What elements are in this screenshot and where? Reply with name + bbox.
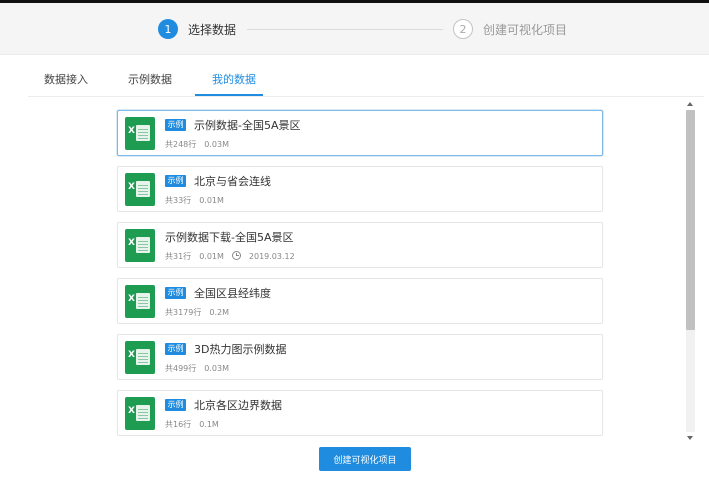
item-meta: 共33行 0.01M — [165, 195, 232, 206]
item-size: 0.01M — [199, 252, 224, 261]
item-size: 0.01M — [199, 196, 224, 205]
item-meta: 共499行 0.03M — [165, 363, 237, 374]
item-title: 示例数据-全国5A景区 — [194, 119, 301, 132]
item-title: 北京与省会连线 — [194, 175, 271, 188]
excel-file-icon: X — [125, 117, 155, 150]
step-select-data: 1 选择数据 — [158, 19, 236, 39]
step-1-label: 选择数据 — [188, 22, 237, 37]
item-title: 3D热力图示例数据 — [194, 343, 287, 356]
item-title: 北京各区边界数据 — [194, 399, 282, 412]
sample-badge: 示例 — [165, 175, 186, 187]
scroll-up-arrow[interactable] — [687, 102, 693, 106]
item-rows: 共3179行 — [165, 308, 202, 317]
step-2-label: 创建可视化项目 — [483, 22, 568, 37]
sample-badge: 示例 — [165, 287, 186, 299]
scrollbar[interactable] — [685, 100, 696, 442]
item-size: 0.2M — [209, 308, 229, 317]
item-rows: 共33行 — [165, 196, 192, 205]
excel-file-icon: X — [125, 341, 155, 374]
sample-badge: 示例 — [165, 119, 186, 131]
create-project-button[interactable]: 创建可视化项目 — [319, 447, 411, 471]
step-1-number: 1 — [158, 19, 178, 39]
excel-file-icon: X — [125, 285, 155, 318]
tab-bar: 数据接入 示例数据 我的数据 — [28, 60, 704, 97]
item-rows: 共16行 — [165, 420, 192, 429]
data-list-item[interactable]: X 示例 示例数据-全国5A景区共248行 0.03M — [117, 110, 603, 156]
data-list-item[interactable]: X 示例数据下载-全国5A景区共31行 0.01M 2019.03.12 — [117, 222, 603, 268]
sample-badge: 示例 — [165, 399, 186, 411]
data-list-item[interactable]: X 示例 北京与省会连线 共33行 0.01M — [117, 166, 603, 212]
item-size: 0.03M — [204, 140, 229, 149]
item-meta: 共248行 0.03M — [165, 139, 237, 150]
item-rows: 共31行 — [165, 252, 192, 261]
stepper: 1 选择数据 2 创建可视化项目 — [0, 3, 709, 55]
item-meta: 共16行 0.1M — [165, 419, 227, 430]
excel-file-icon: X — [125, 173, 155, 206]
item-size: 0.1M — [199, 420, 219, 429]
data-list-item[interactable]: X 示例 全国区县经纬度共3179行 0.2M — [117, 278, 603, 324]
item-size: 0.03M — [204, 364, 229, 373]
tab-data-access[interactable]: 数据接入 — [44, 71, 88, 87]
item-meta: 共31行 0.01M 2019.03.12 — [165, 251, 303, 262]
item-rows: 共499行 — [165, 364, 197, 373]
sample-badge: 示例 — [165, 343, 186, 355]
item-rows: 共248行 — [165, 140, 197, 149]
clock-icon — [231, 251, 241, 260]
item-date: 2019.03.12 — [248, 252, 295, 261]
scroll-thumb[interactable] — [686, 110, 695, 330]
step-connector — [247, 29, 443, 30]
excel-file-icon: X — [125, 229, 155, 262]
excel-file-icon: X — [125, 397, 155, 430]
scroll-down-arrow[interactable] — [687, 436, 693, 440]
data-list-item[interactable]: X 示例 3D热力图示例数据共499行 0.03M — [117, 334, 603, 380]
step-2-number: 2 — [453, 19, 473, 39]
step-create-project: 2 创建可视化项目 — [453, 19, 567, 39]
data-list-item[interactable]: X 示例 北京各区边界数据 共16行 0.1M — [117, 390, 603, 436]
item-meta: 共3179行 0.2M — [165, 307, 237, 318]
tab-my-data[interactable]: 我的数据 — [212, 71, 256, 87]
item-title: 示例数据下载-全国5A景区 — [165, 231, 294, 244]
tab-sample-data[interactable]: 示例数据 — [128, 71, 172, 87]
active-tab-underline — [195, 94, 263, 96]
item-title: 全国区县经纬度 — [194, 287, 271, 300]
